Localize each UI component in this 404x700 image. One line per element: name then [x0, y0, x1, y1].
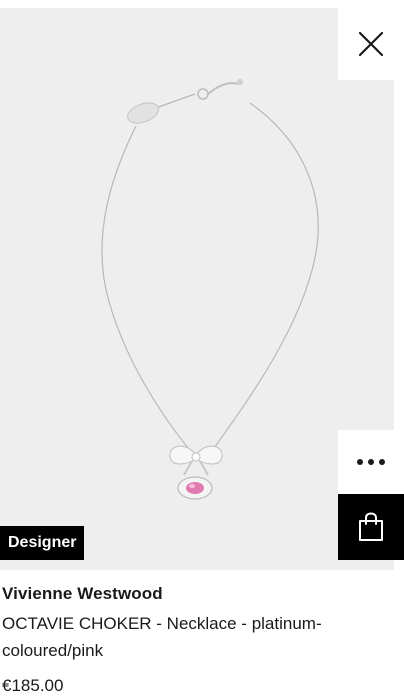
- product-title[interactable]: OCTAVIE CHOKER - Necklace - platinum-col…: [2, 610, 382, 664]
- product-image[interactable]: [0, 8, 394, 570]
- product-price: €185.00: [2, 676, 64, 695]
- add-to-bag-button[interactable]: [338, 494, 404, 560]
- product-brand[interactable]: Vivienne Westwood: [2, 584, 163, 604]
- close-button[interactable]: [338, 8, 404, 80]
- designer-badge: Designer: [0, 526, 85, 560]
- necklace-photo: [101, 79, 319, 500]
- shopping-bag-icon: [359, 512, 383, 541]
- more-options-icon: [357, 459, 385, 465]
- designer-badge-label: Designer: [8, 534, 77, 551]
- product-card[interactable]: Designer Vivienne Westwood OCTAVIE CHOKE…: [0, 0, 404, 700]
- more-options-button[interactable]: [338, 430, 404, 494]
- close-icon: [358, 31, 384, 57]
